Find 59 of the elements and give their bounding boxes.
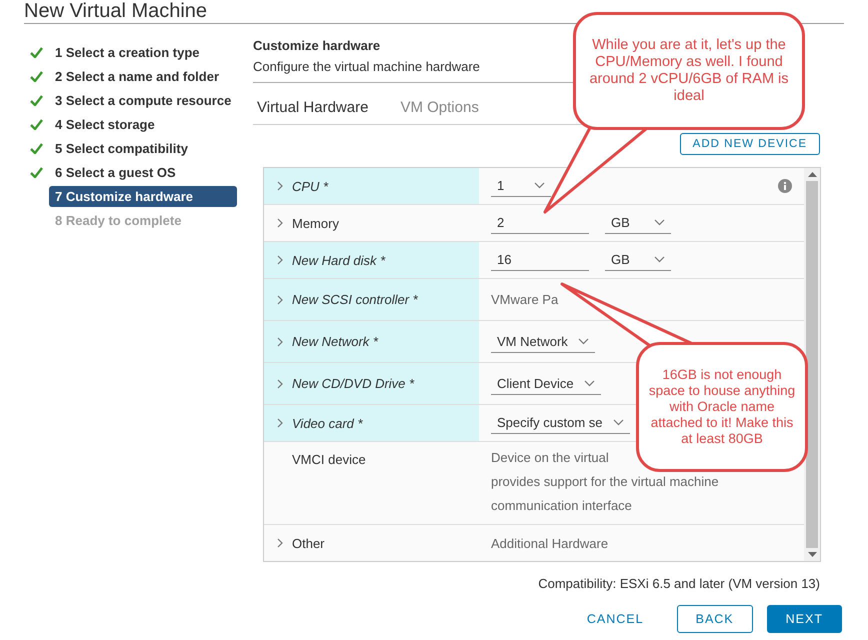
row-label: Memory	[292, 216, 339, 230]
row-label: VMCI device	[292, 452, 366, 467]
wizard-step[interactable]: 5 Select compatibility	[49, 138, 194, 158]
add-device-button[interactable]: ADD NEW DEVICE	[680, 133, 820, 155]
dropdown[interactable]: Client Device	[491, 372, 601, 394]
wizard-step[interactable]: 1 Select a creation type	[49, 42, 206, 62]
input-field[interactable]: 16	[491, 249, 589, 271]
chevron-right-icon[interactable]	[276, 218, 284, 228]
description-line: provides support for the virtual machine	[491, 473, 719, 491]
input-field[interactable]: 2	[491, 212, 589, 234]
footer-button[interactable]: NEXT	[766, 605, 842, 633]
compatibility-text: Compatibility: ESXi 6.5 and later (VM version 13)	[537, 576, 820, 591]
tab[interactable]: VM Options	[400, 99, 479, 124]
scrollbar[interactable]	[804, 168, 820, 561]
tab[interactable]: Virtual Hardware	[257, 99, 368, 124]
chevron-down-icon	[654, 219, 665, 226]
wizard-step[interactable]: 3 Select a compute resource	[49, 90, 238, 110]
row-label: New Hard disk *	[292, 252, 386, 268]
chevron-down-icon	[612, 419, 624, 426]
dropdown[interactable]: Specify custom se	[491, 412, 630, 434]
dropdown[interactable]: VM Network	[491, 330, 595, 352]
chevron-right-icon[interactable]	[276, 378, 284, 388]
row-label: New SCSI controller *	[292, 292, 418, 307]
dropdown[interactable]: 1	[491, 175, 552, 197]
row-value: VMware Pa	[491, 292, 558, 307]
row-value: Additional Hardware	[491, 536, 608, 550]
description-line: Device on the virtual	[491, 449, 610, 467]
unit-dropdown[interactable]: GB	[605, 249, 671, 271]
window-title: New Virtual Machine	[24, 0, 208, 22]
wizard-step: 8 Ready to complete	[49, 210, 188, 230]
callout-text: 16GB is not enough space to house anything with Oracle name attached to it! Make this at least 80GB	[648, 367, 796, 447]
wizard-step[interactable]: 2 Select a name and folder	[49, 66, 226, 86]
wizard-step[interactable]: 6 Select a guest OS	[49, 162, 182, 182]
wizard-step[interactable]: 7 Customize hardware	[49, 186, 237, 206]
chevron-right-icon[interactable]	[276, 336, 284, 346]
row-label: New CD/DVD Drive *	[292, 376, 414, 391]
unit-dropdown[interactable]: GB	[605, 212, 671, 234]
row-label: New Network *	[292, 334, 378, 349]
row-label: Other	[292, 536, 325, 550]
chevron-down-icon	[578, 338, 589, 344]
section-title: Customize hardware	[253, 38, 380, 53]
description-line: communication interface	[491, 497, 633, 515]
chevron-right-icon[interactable]	[276, 181, 284, 191]
chevron-down-icon	[584, 380, 595, 386]
chevron-down-icon	[654, 256, 665, 263]
scroll-down-icon[interactable]	[808, 552, 816, 557]
chevron-right-icon[interactable]	[276, 538, 284, 548]
chevron-right-icon[interactable]	[276, 418, 284, 428]
footer-button[interactable]: BACK	[676, 605, 753, 633]
scroll-up-icon[interactable]	[808, 172, 816, 177]
chevron-right-icon[interactable]	[276, 294, 284, 304]
chevron-right-icon[interactable]	[276, 255, 284, 265]
row-label: CPU *	[292, 178, 328, 194]
section-subtitle: Configure the virtual machine hardware	[253, 59, 480, 74]
chevron-down-icon	[534, 182, 546, 189]
row-label: Video card *	[292, 416, 363, 430]
wizard-step[interactable]: 4 Select storage	[49, 114, 161, 134]
info-icon[interactable]	[778, 179, 792, 193]
callout-text: While you are at it, let's up the CPU/Memory as well. I found around 2 vCPU/6GB of RAM is ideal	[588, 37, 790, 105]
